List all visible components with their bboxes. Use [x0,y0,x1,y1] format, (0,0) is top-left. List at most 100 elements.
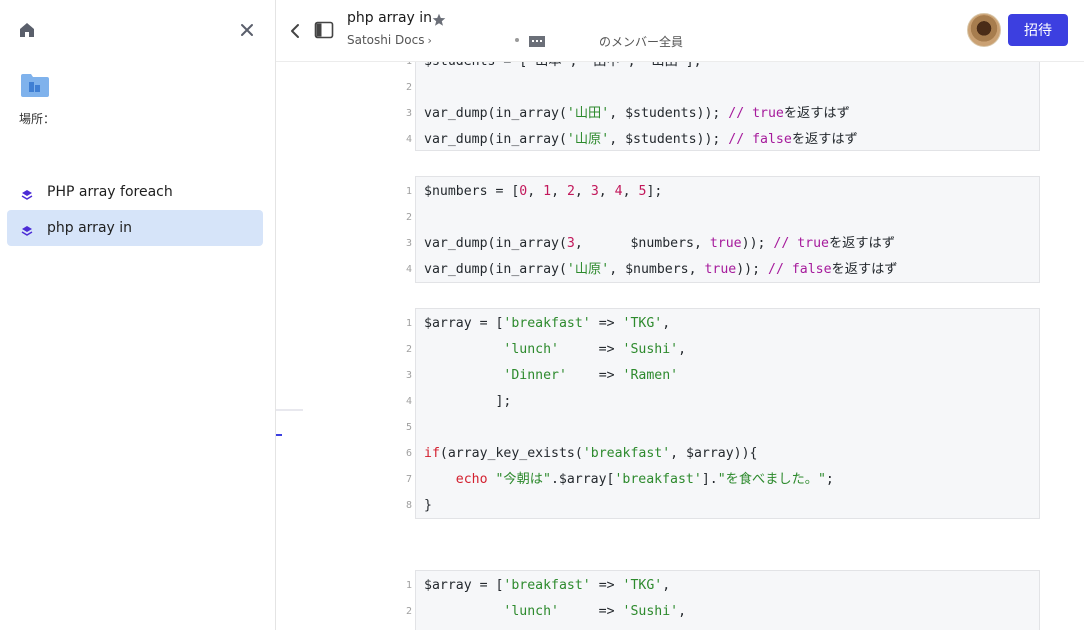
code-token: true [709,236,742,251]
code-token: echo [455,472,488,487]
star-icon[interactable] [432,12,446,26]
close-icon[interactable] [238,21,256,39]
outline-marker [276,409,303,411]
code-token: => [558,342,623,357]
code-text: 'Dinner' => 'Ramen' [424,363,678,389]
code-token: 3 [590,184,599,199]
app-window: 場所： PHP array foreach php array in php a… [0,0,1084,630]
code-token: 3 [566,236,575,251]
code-token: true [797,236,829,251]
code-token: 'Sushi' [622,604,679,619]
code-token: ]; [424,394,512,409]
code-token: , $students)); [609,132,729,147]
code-line: 1$students = ['山本', '田中', '山田']; [406,62,1039,75]
line-number: 2 [405,82,412,93]
code-text: $students = ['山本', '田中', '山田']; [424,62,702,75]
code-token: "今朝は" [495,472,551,487]
code-token: )); [736,262,768,277]
line-number: 2 [405,212,412,223]
code-token: => [566,368,623,383]
line-number: 4 [405,134,412,145]
code-token: var_dump(in_array( [424,132,567,147]
code-text: if(array_key_exists('breakfast', $array)… [424,441,758,467]
line-number: 1 [405,318,412,329]
code-token: '山原' [566,262,610,277]
code-line: 2 [406,75,1039,101]
code-token: $numbers = [ [424,184,520,199]
code-line: 2 'lunch' => 'Sushi', [406,599,1039,625]
code-text: echo "今朝は".$array['breakfast']."を食べました。"… [424,467,834,493]
code-text: $numbers = [0, 1, 2, 3, 4, 5]; [424,179,662,205]
folder-icon [20,72,50,98]
line-number: 7 [405,474,412,485]
code-token: true [752,106,784,121]
layers-icon [21,222,33,236]
code-token: 'lunch' [503,342,559,357]
code-token: var_dump(in_array( [424,236,567,251]
line-number: 2 [405,606,412,617]
code-text: var_dump(in_array(3, $numbers, true)); /… [424,231,895,257]
code-token: , [662,578,671,593]
line-number: 2 [405,344,412,355]
code-token: false [791,262,832,277]
code-line: 1 $numbers = [0, 1, 2, 3, 4, 5]; [406,179,1039,205]
code-token: , [678,342,687,357]
sidebar-item-php-array-in[interactable]: php array in [7,210,263,246]
code-token: を返すはず [831,262,898,277]
sidebar-toggle-icon[interactable] [314,21,334,39]
code-token: , [662,316,671,331]
code-line: 3 'Dinner' => 'Ramen' [406,363,1039,389]
code-token: を返すはず [828,236,895,251]
line-number: 4 [405,396,412,407]
code-token: // [728,132,753,147]
code-token: $students = ['山本', '田中', '山田']; [424,62,702,69]
code-token: 'Sushi' [622,342,679,357]
breadcrumb[interactable]: Satoshi Docs › [347,33,432,47]
code-token: )); [741,236,774,251]
building-icon [528,33,546,47]
code-text: var_dump(in_array('山原', $students)); // … [424,127,858,153]
code-line: 1 $array = ['breakfast' => 'TKG', [406,573,1039,599]
code-block[interactable]: 1 $array = ['breakfast' => 'TKG', 2 'lunch… [406,308,1040,519]
code-block[interactable]: 1$students = ['山本', '田中', '山田']; 2 3 var_du… [406,62,1040,153]
sidebar-item-php-array-foreach[interactable]: PHP array foreach [7,174,263,210]
sidebar-item-label: php array in [47,220,133,236]
line-number: 3 [405,238,412,249]
separator-dot [515,38,519,42]
code-token: , $numbers, [574,236,710,251]
code-line: 5 [406,415,1039,441]
chevron-left-icon[interactable] [288,22,302,40]
code-token: // [728,106,753,121]
line-number: 3 [405,108,412,119]
sidebar: 場所： PHP array foreach php array in [0,0,276,630]
code-block[interactable]: 1 $numbers = [0, 1, 2, 3, 4, 5]; 2 3 var_dum… [406,176,1040,283]
code-token: , $students)); [609,106,729,121]
code-token: if [424,446,440,461]
code-token: , [598,184,615,199]
code-token: => [558,604,623,619]
invite-button[interactable]: 招待 [1008,14,1068,46]
code-token: // [773,236,798,251]
code-text: $array = ['breakfast' => 'TKG', [424,573,670,599]
avatar[interactable] [967,13,1001,47]
code-block[interactable]: 1 $array = ['breakfast' => 'TKG', 2 'lunch… [406,570,1040,630]
code-line: 4 var_dump(in_array('山原', $students)); //… [406,127,1039,153]
code-line: 3 var_dump(in_array('山田', $students)); //… [406,101,1039,127]
code-token: 'breakfast' [503,316,591,331]
code-text: var_dump(in_array('山原', $numbers, true))… [424,257,897,283]
code-text: 'lunch' => 'Sushi', [424,599,686,625]
members-label[interactable]: のメンバー全員 [599,33,683,50]
code-token: 1 [543,184,552,199]
breadcrumb-workspace[interactable]: Satoshi Docs [347,33,424,47]
code-token: 'lunch' [503,604,559,619]
code-token: , [551,184,567,199]
line-number: 5 [405,422,412,433]
code-token: "を食べました。" [717,472,826,487]
code-token: .$array[ [550,472,615,487]
line-number: 1 [405,580,412,591]
home-icon[interactable] [18,21,36,39]
code-token: ]; [646,184,663,199]
code-token: true [704,262,737,277]
